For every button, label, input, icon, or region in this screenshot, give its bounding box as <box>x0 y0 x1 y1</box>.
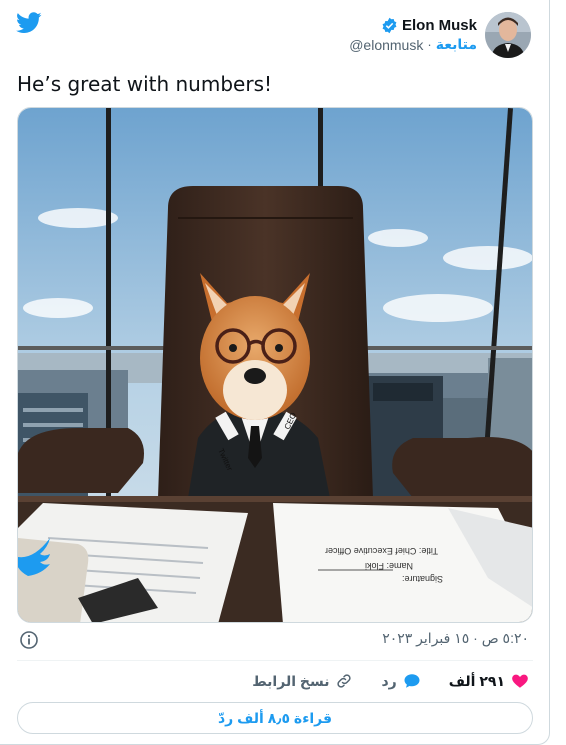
author-name[interactable]: Elon Musk <box>402 17 477 34</box>
separator-dot: · <box>427 37 432 52</box>
author-name-row: Elon Musk <box>381 17 477 34</box>
link-icon <box>337 674 352 688</box>
tweet-timestamp[interactable]: ٥:٢٠ ص · ١٥ فبراير ٢٠٢٣ <box>382 630 529 647</box>
twitter-bird-icon[interactable] <box>16 12 42 34</box>
like-count: ٢٩١ ألف <box>448 672 505 689</box>
reply-label: رد <box>381 672 397 689</box>
heart-icon <box>512 674 528 688</box>
reply-icon <box>404 674 420 688</box>
avatar[interactable] <box>485 12 531 58</box>
divider <box>17 660 533 661</box>
verified-badge-icon <box>382 17 397 34</box>
copy-link-button[interactable]: نسخ الرابط <box>252 672 353 690</box>
follow-button[interactable]: متابعة <box>436 36 477 53</box>
tweet-photo[interactable]: Twitter CEO Title: Chief Executive Offic… <box>17 107 533 623</box>
author-names: Elon Musk متابعة · @elonmusk <box>349 17 477 53</box>
copy-link-label: نسخ الرابط <box>252 672 330 689</box>
tweet-text: He’s great with numbers! <box>17 72 272 96</box>
like-button[interactable]: ٢٩١ ألف <box>449 672 529 690</box>
reply-button[interactable]: رد <box>381 672 420 690</box>
tweet-card: Elon Musk متابعة · @elonmusk He’s great … <box>0 0 550 745</box>
author-handle[interactable]: @elonmusk <box>349 37 423 53</box>
info-icon[interactable] <box>19 630 39 650</box>
paper-text-3: Signature: <box>402 574 443 584</box>
tweet-actions: ٢٩١ ألف رد نسخ الرابط <box>252 672 529 690</box>
author-handle-row: متابعة · @elonmusk <box>349 36 477 53</box>
read-replies-button[interactable]: قراءة ٨٫٥ ألف ردّ <box>17 702 533 734</box>
tweet-author: Elon Musk متابعة · @elonmusk <box>349 12 531 58</box>
paper-text-1: Title: Chief Executive Officer <box>325 546 438 556</box>
